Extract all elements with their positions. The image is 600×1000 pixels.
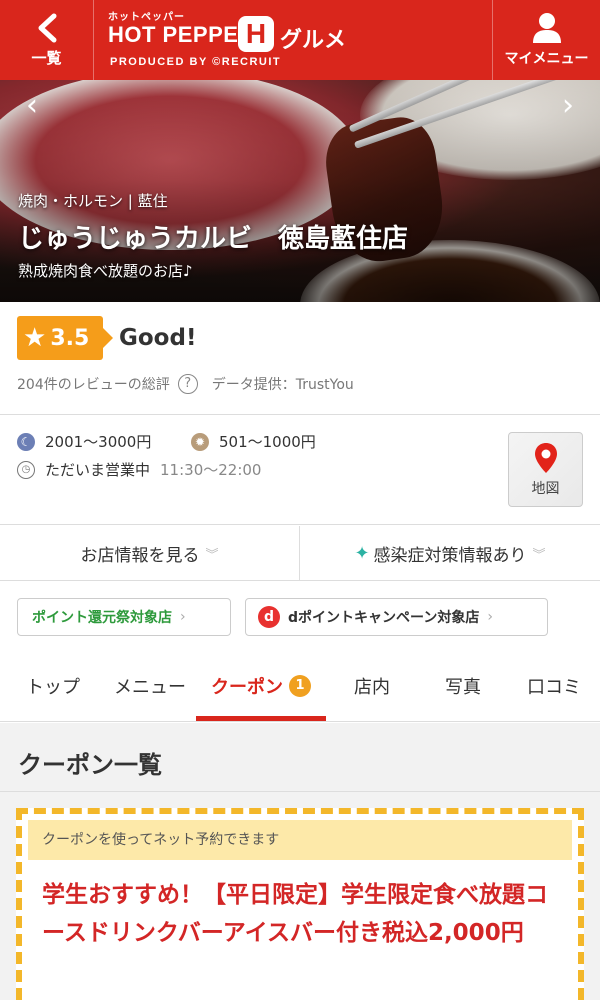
chevron-right-icon: › xyxy=(487,609,493,625)
hotpepper-logo[interactable]: ホットペッパー HOT PEPPER H グルメ PRODUCED BY ©RE… xyxy=(94,0,492,80)
covid-info-label: 感染症対策情報あり xyxy=(373,545,527,566)
rating-score: 3.5 xyxy=(50,325,90,351)
logo-h-icon: H xyxy=(238,16,274,52)
tab-photos[interactable]: 写真 xyxy=(420,656,506,722)
my-menu-button[interactable]: マイメニュー xyxy=(492,0,600,80)
shop-info-label: お店情報を見る xyxy=(80,545,200,566)
shop-genre: 焼肉・ホルモン | 藍住 xyxy=(18,192,168,210)
map-button[interactable]: 地図 xyxy=(508,432,583,507)
chevron-left-icon xyxy=(38,13,56,42)
sun-icon: ✹ xyxy=(191,432,209,451)
rating-word: Good! xyxy=(119,325,197,351)
next-photo-icon[interactable]: › xyxy=(554,86,582,126)
divider xyxy=(0,580,600,581)
dpoint-tag[interactable]: d dポイントキャンペーン対象店 › xyxy=(245,598,548,636)
d-point-icon: d xyxy=(258,606,280,628)
active-tab-indicator xyxy=(196,716,326,721)
divider xyxy=(0,524,600,525)
data-provider-text: データ提供：TrustYou xyxy=(211,377,354,393)
back-to-list-button[interactable]: 一覧 xyxy=(0,0,94,80)
tab-coupon[interactable]: クーポン 1 xyxy=(196,656,326,722)
tab-reviews[interactable]: 口コミ xyxy=(512,656,596,722)
dpoint-label: dポイントキャンペーン対象店 xyxy=(288,610,480,626)
shop-name: じゅうじゅうカルビ 徳島藍住店 xyxy=(18,224,409,254)
coupon-note: クーポンを使ってネット予約できます xyxy=(28,820,572,860)
logo-small-text: ホットペッパー xyxy=(108,12,185,23)
tab-top[interactable]: トップ xyxy=(8,656,98,722)
divider xyxy=(0,414,600,415)
shop-tabs: トップ メニュー クーポン 1 店内 写真 口コミ xyxy=(0,656,600,722)
covid-info-link[interactable]: ✦ 感染症対策情報あり ︾ xyxy=(300,526,600,580)
prev-photo-icon[interactable]: ‹ xyxy=(18,86,46,126)
logo-produced-text: PRODUCED BY ©RECRUIT xyxy=(110,56,282,68)
app-header: 一覧 ホットペッパー HOT PEPPER H グルメ PRODUCED BY … xyxy=(0,0,600,80)
chevron-down-icon: ︾ xyxy=(205,547,219,563)
business-hours: 11:30〜22:00 xyxy=(160,461,262,479)
tab-interior[interactable]: 店内 xyxy=(330,656,414,722)
help-icon[interactable]: ? xyxy=(177,374,198,394)
shop-catchphrase: 熟成焼肉食べ放題のお店♪ xyxy=(18,262,193,280)
logo-main-text: HOT PEPPER xyxy=(108,22,255,47)
tab-coupon-label: クーポン xyxy=(211,677,283,698)
coupon-list-title: クーポン一覧 xyxy=(18,751,162,779)
person-icon xyxy=(532,13,561,43)
review-count-text: 204件のレビューの総評 xyxy=(17,377,170,393)
dinner-budget: 2001〜3000円 xyxy=(45,433,152,451)
open-status: ただいま営業中 xyxy=(45,461,151,479)
tab-menu[interactable]: メニュー xyxy=(104,656,196,722)
chevron-down-icon: ︾ xyxy=(532,547,546,563)
point-fest-label: ポイント還元祭対象店 xyxy=(32,610,172,626)
review-summary: 204件のレビューの総評 ? データ提供：TrustYou xyxy=(17,374,354,394)
point-fest-tag[interactable]: ポイント還元祭対象店 › xyxy=(17,598,231,636)
map-label: 地図 xyxy=(531,480,560,497)
shop-info-link[interactable]: お店情報を見る ︾ xyxy=(0,526,299,580)
rating-badge: ★ 3.5 xyxy=(17,316,113,360)
sparkle-icon: ✦ xyxy=(354,542,370,564)
lunch-budget: 501〜1000円 xyxy=(219,433,316,451)
divider xyxy=(0,791,600,792)
my-menu-label: マイメニュー xyxy=(504,51,589,67)
coupon-title[interactable]: 学生おすすめ！【平日限定】学生限定食べ放題コースドリンクバーアイスバー付き税込2… xyxy=(42,876,562,952)
coupon-count-badge: 1 xyxy=(289,675,311,697)
star-icon: ★ xyxy=(23,323,47,353)
lunch-budget-row: ✹ 501〜1000円 xyxy=(191,431,316,452)
clock-icon: ◷ xyxy=(17,460,35,479)
chevron-right-icon: › xyxy=(180,609,186,625)
open-status-row: ◷ ただいま営業中 11:30〜22:00 xyxy=(17,459,261,480)
back-label: 一覧 xyxy=(31,48,62,67)
map-pin-icon xyxy=(534,442,557,473)
moon-icon: ☾ xyxy=(17,432,35,451)
shop-hero-photo[interactable]: ‹ › 焼肉・ホルモン | 藍住 じゅうじゅうカルビ 徳島藍住店 熟成焼肉食べ放… xyxy=(0,80,600,302)
logo-gourmet-text: グルメ xyxy=(280,28,347,53)
dinner-budget-row: ☾ 2001〜3000円 xyxy=(17,431,151,452)
